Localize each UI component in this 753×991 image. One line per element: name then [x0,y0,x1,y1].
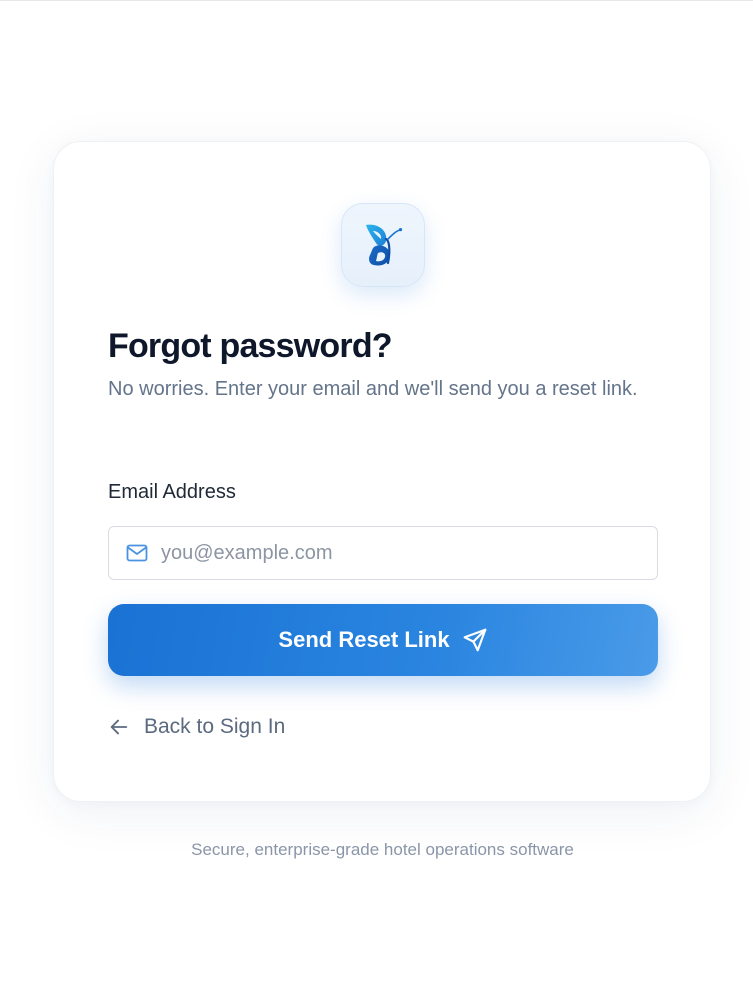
email-label: Email Address [108,481,236,503]
arrow-left-icon [108,715,132,739]
reset-card: Forgot password? No worries. Enter your … [53,141,711,802]
page-title: Forgot password? [108,327,393,365]
page-subtitle: No worries. Enter your email and we'll s… [108,378,638,400]
footer-note: Secure, enterprise-grade hotel operation… [191,840,574,859]
send-reset-link-button[interactable]: Send Reset Link [108,604,658,676]
send-icon [462,627,488,653]
mail-icon [125,541,149,565]
email-input[interactable] [161,541,641,565]
email-field[interactable] [108,526,658,580]
butterfly-icon [366,224,403,266]
back-link-label: Back to Sign In [144,715,286,738]
forgot-password-page: Forgot password? No worries. Enter your … [0,0,753,991]
app-logo [341,203,425,287]
top-divider [0,0,753,1]
send-reset-link-label: Send Reset Link [278,627,450,652]
back-to-sign-in-link[interactable]: Back to Sign In [108,712,285,742]
